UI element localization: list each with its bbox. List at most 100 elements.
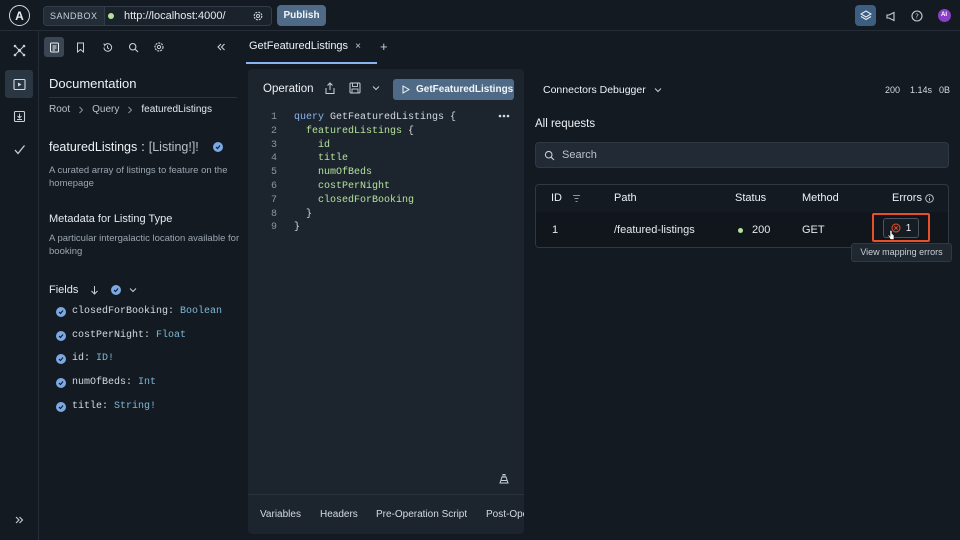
- expand-icon[interactable]: [5, 506, 33, 534]
- search-icon: [544, 150, 555, 161]
- debugger-selector[interactable]: Connectors Debugger: [543, 84, 662, 96]
- endpoint-url[interactable]: http://localhost:4000/: [124, 7, 226, 25]
- collapse-panel-icon[interactable]: [211, 37, 231, 57]
- history-icon[interactable]: [97, 37, 117, 57]
- layers-icon[interactable]: [855, 5, 876, 26]
- tooltip: View mapping errors: [851, 243, 952, 262]
- code-field: costPerNight: [318, 180, 391, 192]
- row-status-code: 200: [752, 224, 771, 236]
- avatar-initials: AI: [937, 9, 951, 22]
- column-header-errors: Errors: [892, 192, 922, 204]
- code-text: }: [306, 208, 313, 220]
- operation-tab-strip: GetFeaturedListings × +: [246, 31, 960, 67]
- run-operation-label: GetFeaturedListings: [416, 84, 514, 95]
- field-item-type[interactable]: Int: [138, 377, 156, 388]
- close-icon[interactable]: ×: [355, 41, 361, 52]
- tab-label: GetFeaturedListings: [249, 40, 349, 52]
- field-item[interactable]: costPerNight: Float: [56, 330, 186, 341]
- share-icon[interactable]: [324, 82, 336, 95]
- chevron-down-icon[interactable]: [372, 85, 380, 91]
- avatar[interactable]: AI: [936, 5, 952, 26]
- code-line: 8 }: [260, 208, 510, 222]
- breadcrumb-root[interactable]: Root: [49, 104, 70, 115]
- endpoint-bar[interactable]: SANDBOX http://localhost:4000/: [43, 6, 272, 26]
- field-item-type[interactable]: Boolean: [180, 306, 222, 317]
- explorer-icon[interactable]: [5, 70, 33, 98]
- row-method: GET: [802, 224, 825, 236]
- code-line: 9}: [260, 221, 510, 235]
- pointer-cursor-icon: [887, 230, 895, 240]
- row-status: 200: [738, 212, 771, 247]
- settings-gear-icon[interactable]: [252, 10, 264, 22]
- check-icon[interactable]: [56, 330, 66, 341]
- import-icon[interactable]: [5, 102, 33, 130]
- tab-variables[interactable]: Variables: [260, 509, 301, 520]
- more-options-icon[interactable]: [498, 114, 510, 118]
- code-field: id: [318, 139, 331, 151]
- search-icon[interactable]: [123, 37, 143, 57]
- line-number: 9: [270, 222, 277, 234]
- field-item-name: title:: [72, 401, 109, 412]
- documentation-icon[interactable]: [44, 37, 64, 57]
- tab-pre-operation-script[interactable]: Pre-Operation Script: [376, 509, 467, 520]
- chevron-down-icon[interactable]: [129, 287, 137, 293]
- publish-button[interactable]: Publish: [277, 5, 326, 26]
- checks-icon[interactable]: [5, 135, 33, 163]
- column-header-method: Method: [802, 192, 839, 204]
- check-icon[interactable]: [56, 306, 66, 317]
- sort-arrow-icon[interactable]: [90, 285, 99, 295]
- field-item-type[interactable]: Float: [156, 330, 186, 341]
- search-box: [535, 142, 949, 168]
- filter-icon[interactable]: [572, 194, 581, 203]
- megaphone-icon[interactable]: [882, 5, 900, 26]
- add-tab-icon[interactable]: +: [380, 39, 388, 54]
- row-path: /featured-listings: [614, 224, 695, 236]
- breadcrumb-current: featuredListings: [141, 104, 212, 115]
- doc-toolbar: [39, 31, 246, 63]
- breadcrumb-query[interactable]: Query: [92, 104, 119, 115]
- schema-icon[interactable]: [5, 36, 33, 64]
- metadata-description: A particular intergalactic location avai…: [49, 233, 240, 257]
- check-icon[interactable]: [56, 377, 66, 388]
- bookmark-icon[interactable]: [70, 37, 90, 57]
- field-type[interactable]: [Listing!]!: [149, 140, 199, 154]
- check-icon[interactable]: [212, 142, 223, 152]
- line-number: 2: [270, 125, 277, 137]
- all-requests-heading: All requests: [535, 118, 596, 130]
- connection-status-dot: [108, 13, 114, 19]
- field-item[interactable]: numOfBeds: Int: [56, 377, 156, 388]
- settings-icon[interactable]: [149, 37, 169, 57]
- check-icon[interactable]: [56, 353, 66, 364]
- code-line: 3 id: [260, 139, 510, 153]
- chevron-right-icon: [127, 106, 133, 114]
- debugger-title: Connectors Debugger: [543, 84, 646, 96]
- tab-headers[interactable]: Headers: [320, 509, 358, 520]
- run-operation-button[interactable]: GetFeaturedListings: [393, 79, 514, 100]
- field-item[interactable]: title: String!: [56, 401, 156, 412]
- save-icon[interactable]: [349, 82, 361, 94]
- fields-label: Fields: [49, 284, 79, 296]
- field-item-name: id:: [72, 353, 91, 364]
- field-item[interactable]: id: ID!: [56, 353, 114, 364]
- info-icon[interactable]: [925, 194, 934, 203]
- prettify-icon[interactable]: [498, 473, 510, 485]
- operation-label: Operation: [263, 83, 314, 95]
- search-input[interactable]: [562, 143, 942, 167]
- code-editor[interactable]: 1 query GetFeaturedListings { 2 featuredL…: [260, 111, 510, 235]
- sandbox-badge: SANDBOX: [44, 7, 105, 25]
- tab-post-operation-script[interactable]: Post-Ope: [486, 509, 524, 520]
- help-icon[interactable]: ?: [908, 5, 926, 26]
- field-item[interactable]: closedForBooking: Boolean: [56, 306, 222, 317]
- operation-panel: Operation GetFeaturedListings 1 query Get…: [248, 69, 524, 534]
- apollo-logo-icon[interactable]: A: [9, 5, 30, 26]
- field-item-type[interactable]: String!: [114, 401, 156, 412]
- select-all-check-icon[interactable]: [111, 285, 122, 295]
- chevron-down-icon: [654, 87, 662, 93]
- tab-getfeaturedlistings[interactable]: GetFeaturedListings ×: [249, 40, 361, 52]
- field-item-type[interactable]: ID!: [96, 353, 114, 364]
- column-header-path: Path: [614, 192, 637, 204]
- check-icon[interactable]: [56, 401, 66, 412]
- code-line: 1 query GetFeaturedListings {: [260, 111, 510, 125]
